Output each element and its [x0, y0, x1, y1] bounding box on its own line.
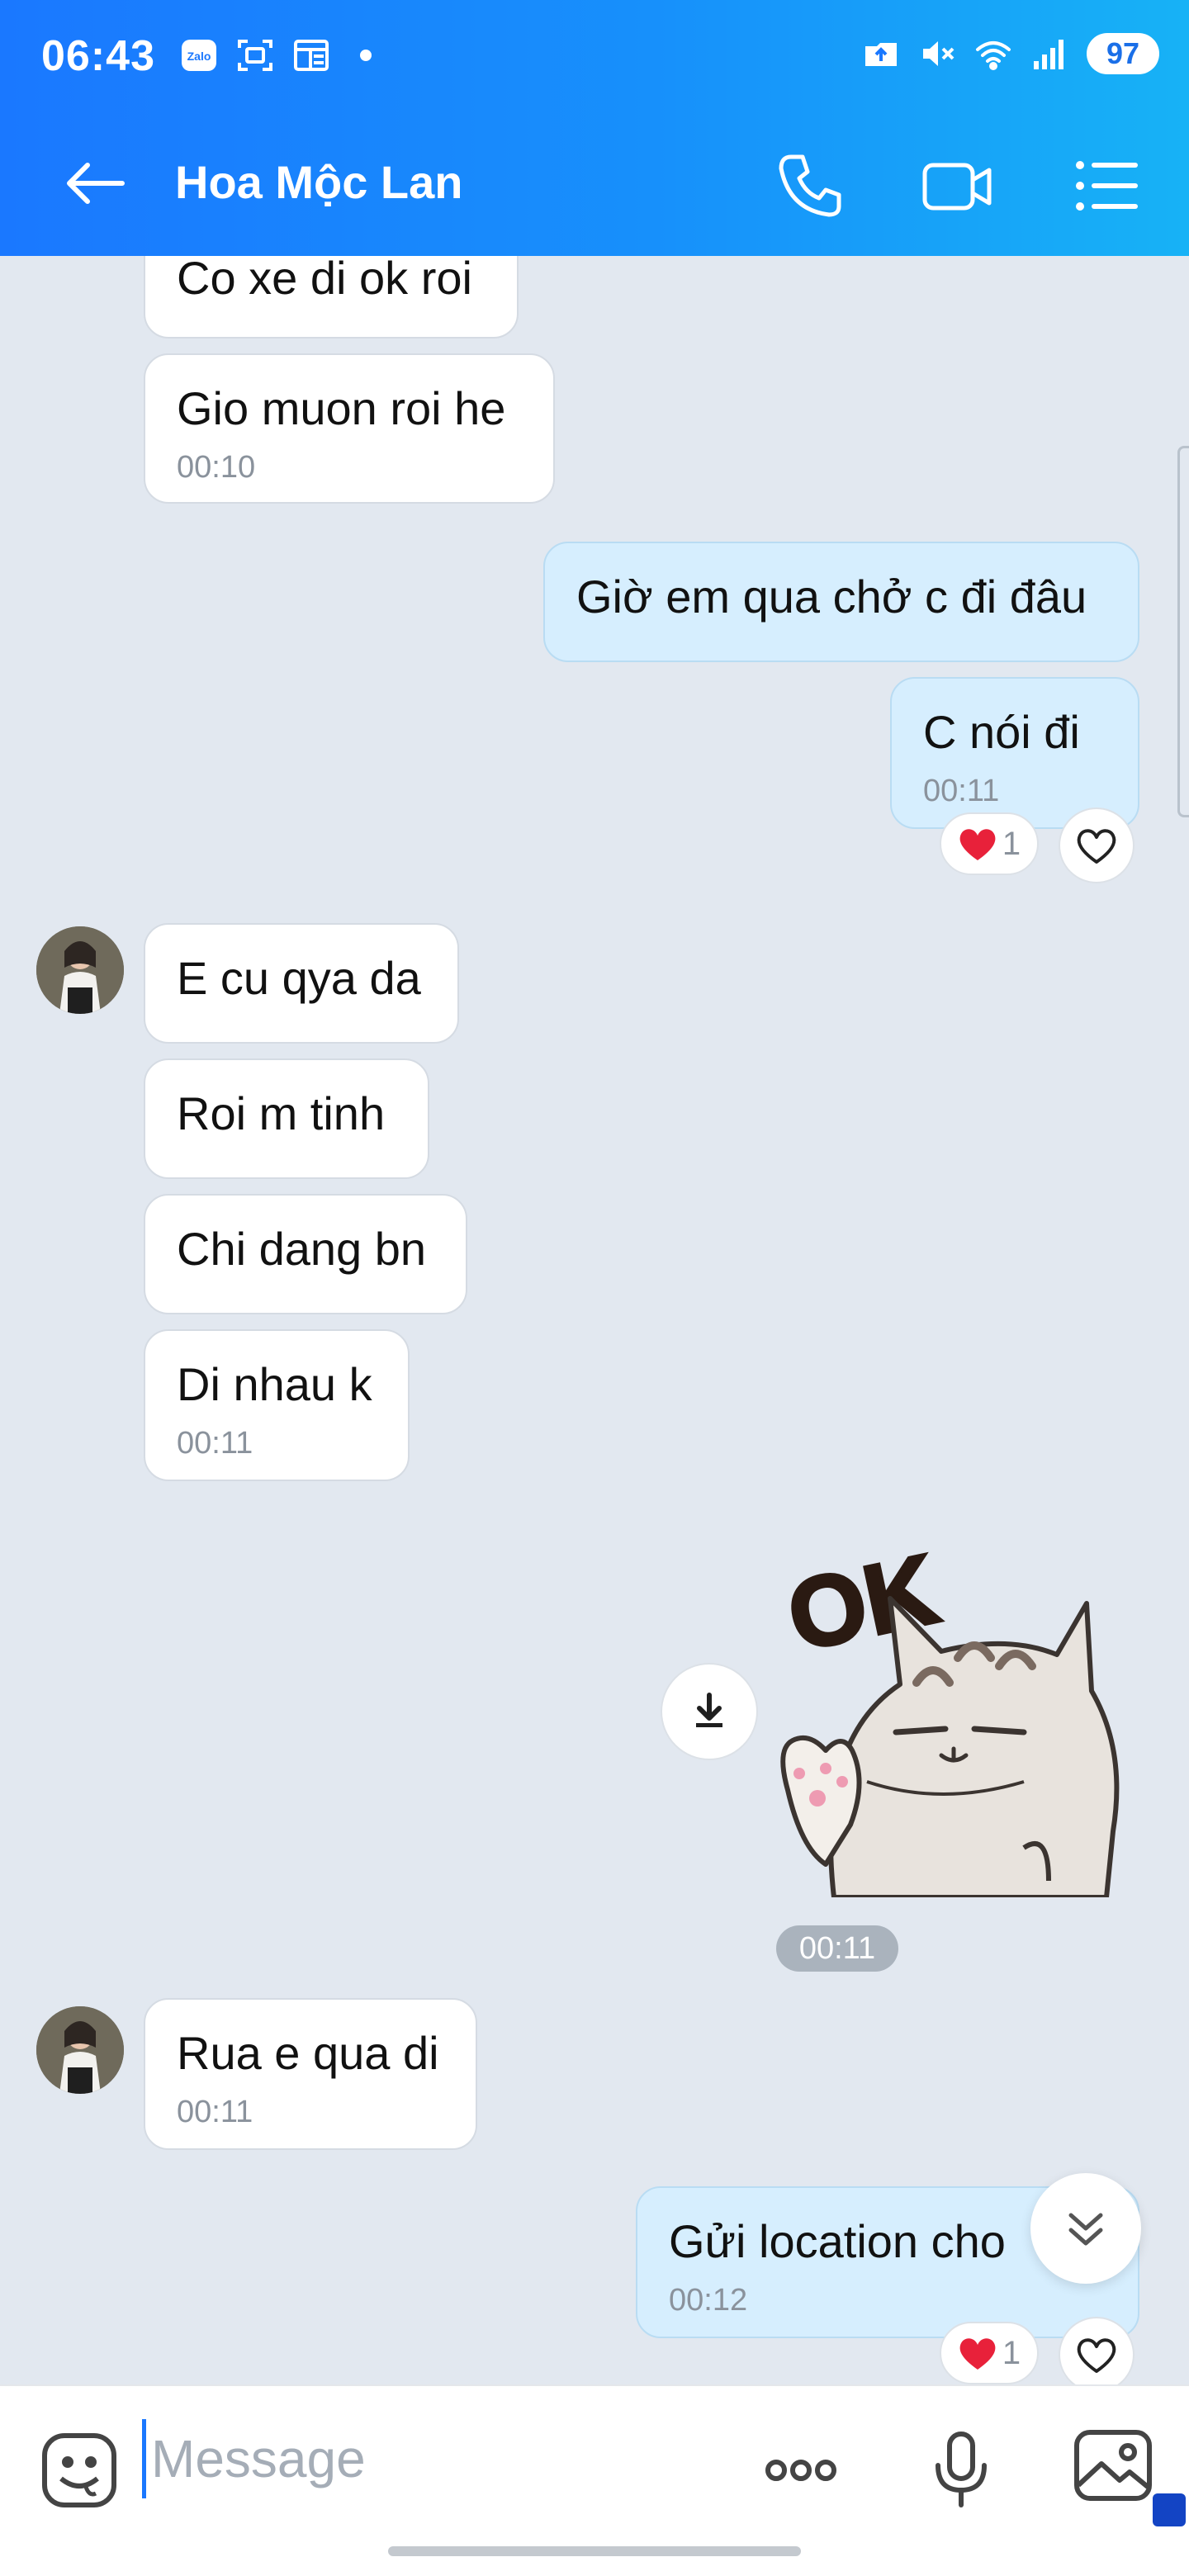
message-time: 00:11 — [923, 773, 1000, 808]
heart-icon — [959, 829, 996, 860]
like-button[interactable] — [1059, 807, 1135, 883]
avatar[interactable] — [36, 926, 124, 1014]
heart-outline-icon — [1077, 829, 1116, 864]
more-icon[interactable] — [760, 2429, 842, 2512]
status-right-icons: 97 — [862, 33, 1159, 74]
like-button[interactable] — [1059, 2317, 1135, 2393]
scroll-to-bottom-button[interactable] — [1030, 2173, 1141, 2284]
reaction-count: 1 — [1002, 825, 1021, 862]
screenshot-icon — [238, 40, 272, 71]
message-bubble-incoming[interactable]: Rua e qua di 00:11 — [144, 1998, 477, 2150]
message-bubble-outgoing[interactable]: Giờ em qua chở c đi đâu — [543, 542, 1139, 662]
heart-outline-icon — [1077, 2338, 1116, 2373]
status-time: 06:43 — [41, 32, 155, 80]
menu-list-icon[interactable] — [1070, 149, 1144, 223]
download-button[interactable] — [661, 1663, 758, 1760]
message-bubble-incoming[interactable]: Di nhau k 00:11 — [144, 1329, 410, 1481]
news-icon — [294, 40, 329, 71]
download-icon — [696, 1693, 722, 1727]
upload-icon — [865, 43, 897, 66]
image-icon[interactable] — [1072, 2424, 1154, 2507]
emoji-icon[interactable] — [38, 2429, 121, 2512]
notification-badge — [1153, 2493, 1186, 2526]
message-text: Gio muon roi he — [177, 382, 506, 434]
contact-name[interactable]: Hoa Mộc Lan — [175, 155, 462, 209]
mute-icon — [923, 41, 955, 66]
message-text: Giờ em qua chở c đi đâu — [576, 571, 1087, 623]
zalo-icon: Zalo — [182, 40, 216, 71]
message-bubble-incoming[interactable]: Roi m tinh — [144, 1058, 429, 1179]
reaction-chip[interactable]: 1 — [940, 812, 1039, 875]
svg-text:Zalo: Zalo — [187, 50, 211, 63]
wifi-icon — [976, 41, 1011, 70]
chevron-double-down-icon — [1068, 2213, 1103, 2246]
avatar[interactable] — [36, 2006, 124, 2094]
message-text: C nói đi — [923, 706, 1080, 758]
message-text: Chi dang bn — [177, 1223, 427, 1275]
message-time: 00:12 — [669, 2282, 748, 2318]
message-time: 00:11 — [177, 1425, 253, 1461]
sticker-time: 00:11 — [776, 1925, 898, 1972]
message-text: Co xe di ok roi — [177, 252, 472, 304]
message-text: Rua e qua di — [177, 2027, 439, 2079]
home-indicator[interactable] — [388, 2546, 801, 2556]
sticker-cat-ok[interactable]: OK — [776, 1534, 1139, 1897]
message-text: Di nhau k — [177, 1358, 372, 1410]
status-left-icons: Zalo — [180, 36, 372, 74]
heart-icon — [959, 2338, 996, 2370]
message-bubble-outgoing[interactable]: C nói đi 00:11 — [890, 677, 1139, 829]
reaction-chip[interactable]: 1 — [940, 2322, 1039, 2384]
message-text: Roi m tinh — [177, 1087, 386, 1139]
header-bar: 06:43 Zalo 97 Hoa Mộc Lan — [0, 0, 1189, 256]
signal-icon — [1034, 40, 1063, 69]
message-time: 00:11 — [177, 2094, 253, 2129]
message-bubble-incoming[interactable]: Chi dang bn — [144, 1194, 467, 1314]
scrollbar[interactable] — [1177, 446, 1189, 817]
phone-icon[interactable] — [773, 149, 847, 223]
battery-indicator: 97 — [1087, 33, 1159, 74]
microphone-icon[interactable] — [920, 2427, 1002, 2510]
back-arrow-icon[interactable] — [61, 150, 127, 216]
message-bubble-incoming[interactable]: E cu qya da — [144, 923, 459, 1044]
message-input[interactable] — [142, 2419, 703, 2498]
message-bubble-incoming[interactable]: Gio muon roi he 00:10 — [144, 353, 555, 504]
notification-dot — [360, 50, 372, 61]
video-call-icon[interactable] — [920, 149, 994, 223]
message-time: 00:10 — [177, 449, 256, 485]
message-text: E cu qya da — [177, 952, 421, 1004]
reaction-count: 1 — [1002, 2334, 1021, 2371]
